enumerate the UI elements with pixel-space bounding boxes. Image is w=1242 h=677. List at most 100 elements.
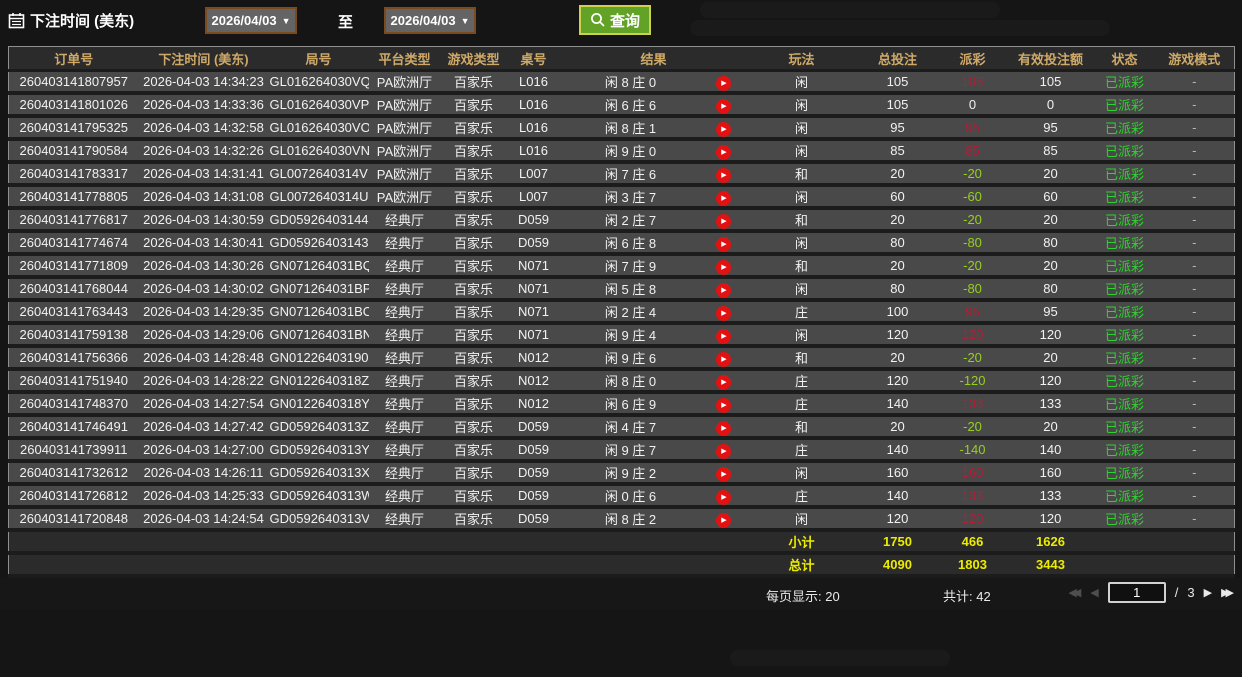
prev-page-button[interactable]: ◀	[1090, 586, 1098, 599]
game-mode: -	[1154, 277, 1235, 302]
first-page-button[interactable]: ◀◀	[1068, 586, 1081, 599]
chevron-down-icon: ▼	[460, 15, 470, 26]
date-from-select[interactable]: 2026/04/03 ▼	[205, 7, 297, 34]
play-type: 庄	[746, 392, 857, 417]
total-bet: 20	[856, 346, 939, 371]
valid-bet: 133	[1006, 484, 1095, 509]
round-number: GN0122640318Y	[268, 392, 369, 417]
play-type: 和	[746, 162, 857, 187]
bet-time: 2026-04-03 14:30:59	[138, 208, 269, 233]
last-page-button[interactable]: ▶▶	[1221, 586, 1234, 599]
bet-time: 2026-04-03 14:30:02	[138, 277, 269, 302]
status: 已派彩	[1094, 185, 1155, 210]
replay-icon[interactable]: ▶	[716, 167, 731, 181]
bet-time: 2026-04-03 14:27:42	[138, 415, 269, 440]
subtotal-row: 小计 1750 466 1626	[8, 530, 1235, 555]
replay-icon[interactable]: ▶	[716, 466, 731, 480]
page-input[interactable]	[1107, 582, 1166, 603]
replay-icon[interactable]: ▶	[716, 259, 731, 273]
game-type: 百家乐	[440, 300, 507, 325]
date-to-select[interactable]: 2026/04/03 ▼	[384, 7, 476, 34]
replay-icon[interactable]: ▶	[716, 190, 731, 204]
payout: 105	[938, 70, 1007, 95]
replay-icon[interactable]: ▶	[716, 98, 731, 112]
replay-icon[interactable]: ▶	[716, 443, 731, 457]
platform-type: 经典厅	[368, 277, 441, 302]
table-row: 260403141790584 2026-04-03 14:32:26 GL0162…	[8, 139, 1235, 164]
result-text: 闲 2 庄 4	[560, 300, 701, 325]
payout: -20	[938, 415, 1007, 440]
replay-icon[interactable]: ▶	[716, 397, 731, 411]
payout: 85	[938, 139, 1007, 164]
game-mode: -	[1154, 369, 1235, 394]
result-text: 闲 8 庄 0	[560, 70, 701, 95]
page-separator: /	[1174, 585, 1179, 600]
payout: -20	[938, 346, 1007, 371]
search-button[interactable]: 查询	[579, 5, 652, 35]
next-page-button[interactable]: ▶	[1204, 586, 1212, 599]
payout: 120	[938, 507, 1007, 532]
status: 已派彩	[1094, 116, 1155, 141]
total-bet: 80	[856, 231, 939, 256]
replay-icon[interactable]: ▶	[716, 512, 731, 526]
valid-bet: 20	[1006, 162, 1095, 187]
date-from-value: 2026/04/03	[211, 13, 277, 28]
game-type: 百家乐	[440, 208, 507, 233]
summary-body: 小计 1750 466 1626 总计 4090 1803 3443	[8, 530, 1235, 578]
game-type: 百家乐	[440, 139, 507, 164]
game-mode: -	[1154, 231, 1235, 256]
status: 已派彩	[1094, 300, 1155, 325]
replay-icon[interactable]: ▶	[716, 213, 731, 227]
replay-icon[interactable]: ▶	[716, 489, 731, 503]
platform-type: 经典厅	[368, 323, 441, 348]
status: 已派彩	[1094, 254, 1155, 279]
result-text: 闲 8 庄 2	[560, 507, 701, 532]
result-text: 闲 9 庄 6	[560, 346, 701, 371]
status: 已派彩	[1094, 70, 1155, 95]
round-number: GN071264031BQ	[268, 254, 369, 279]
replay-icon[interactable]: ▶	[716, 282, 731, 296]
replay-cell: ▶	[700, 323, 747, 348]
round-number: GD0592640313W	[268, 484, 369, 509]
subtotal-valid-bet: 1626	[1006, 530, 1095, 555]
result-text: 闲 4 庄 7	[560, 415, 701, 440]
replay-icon[interactable]: ▶	[716, 144, 731, 158]
game-type: 百家乐	[440, 507, 507, 532]
table-body: 260403141807957 2026-04-03 14:34:23 GL0162…	[8, 70, 1235, 532]
status: 已派彩	[1094, 231, 1155, 256]
order-number: 260403141795325	[8, 116, 139, 141]
search-button-label: 查询	[610, 12, 641, 30]
replay-icon[interactable]: ▶	[716, 75, 731, 90]
replay-icon[interactable]: ▶	[716, 305, 731, 319]
valid-bet: 20	[1006, 208, 1095, 233]
table-row: 260403141801026 2026-04-03 14:33:36 GL0162…	[8, 93, 1235, 118]
replay-icon[interactable]: ▶	[716, 374, 731, 388]
replay-cell: ▶	[700, 346, 747, 371]
replay-icon[interactable]: ▶	[716, 420, 731, 434]
order-number: 260403141726812	[8, 484, 139, 509]
round-number: GN071264031BP	[268, 277, 369, 302]
order-number: 260403141771809	[8, 254, 139, 279]
payout: -120	[938, 369, 1007, 394]
table-row: 260403141746491 2026-04-03 14:27:42 GD0592…	[8, 415, 1235, 440]
bet-time: 2026-04-03 14:33:36	[138, 93, 269, 118]
col-total-bet: 总投注	[856, 46, 939, 72]
platform-type: 经典厅	[368, 392, 441, 417]
date-to-value: 2026/04/03	[390, 13, 456, 28]
payout: 120	[938, 323, 1007, 348]
platform-type: 经典厅	[368, 484, 441, 509]
result-text: 闲 6 庄 9	[560, 392, 701, 417]
replay-icon[interactable]: ▶	[716, 351, 731, 365]
replay-icon[interactable]: ▶	[716, 236, 731, 250]
game-mode: -	[1154, 208, 1235, 233]
replay-icon[interactable]: ▶	[716, 328, 731, 342]
replay-cell: ▶	[700, 254, 747, 279]
status: 已派彩	[1094, 392, 1155, 417]
order-number: 260403141732612	[8, 461, 139, 486]
table-number: L016	[506, 139, 561, 164]
result-text: 闲 8 庄 0	[560, 369, 701, 394]
total-bet: 120	[856, 323, 939, 348]
play-type: 闲	[746, 139, 857, 164]
order-number: 260403141790584	[8, 139, 139, 164]
replay-icon[interactable]: ▶	[716, 121, 731, 135]
